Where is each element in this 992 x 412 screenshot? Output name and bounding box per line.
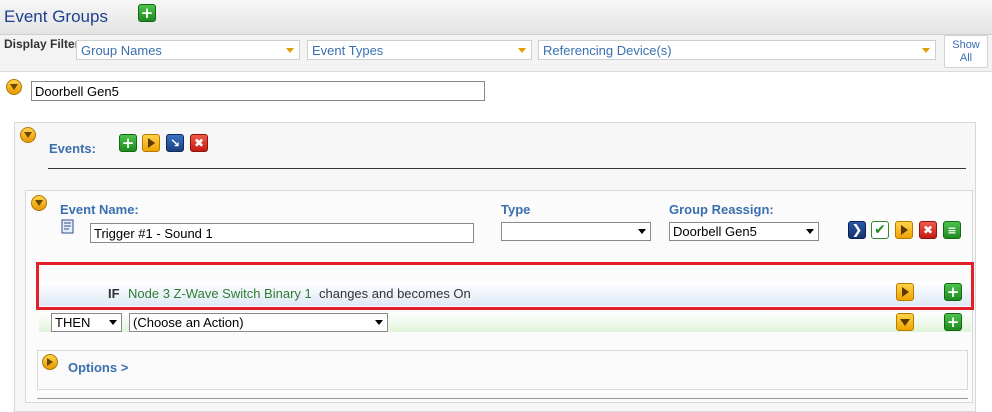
page-title: Event Groups (4, 7, 108, 26)
chevron-down-icon (638, 229, 646, 234)
close-icon: ✖ (193, 136, 205, 150)
type-select[interactable] (501, 222, 651, 241)
expand-condition-icon[interactable] (896, 283, 914, 301)
event-name-label: Event Name: (60, 202, 139, 217)
chevron-down-icon (109, 320, 117, 325)
advance-event-icon[interactable]: ❯ (848, 221, 866, 239)
referencing-filter-label: Referencing Device(s) (543, 43, 672, 58)
events-label: Events: (49, 141, 96, 156)
check-icon: ✔ (874, 222, 886, 238)
event-types-filter-label: Event Types (312, 43, 384, 58)
show-all-button[interactable]: Show All (944, 35, 988, 68)
page-header: Event Groups + (0, 0, 992, 35)
action-select[interactable]: (Choose an Action) (129, 313, 388, 332)
add-event-icon[interactable]: + (119, 134, 137, 152)
run-event-now-icon[interactable] (895, 221, 913, 239)
collapse-event-icon[interactable] (31, 195, 47, 211)
group-name-input[interactable] (31, 81, 485, 101)
document-icon: ≡ (947, 223, 957, 237)
group-reassign-select[interactable]: Doorbell Gen5 (669, 222, 819, 241)
condition-text: changes and becomes On (319, 286, 471, 301)
collapse-events-icon[interactable] (20, 127, 36, 143)
group-names-filter-label: Group Names (81, 43, 162, 58)
add-action-icon[interactable]: + (944, 313, 962, 331)
close-icon: ✖ (922, 223, 934, 237)
referencing-device-filter[interactable]: Referencing Device(s) (538, 40, 936, 60)
chevron-right-icon: ❯ (851, 222, 863, 238)
options-panel (37, 350, 968, 390)
chevron-down-icon (375, 320, 383, 325)
notes-icon[interactable] (60, 219, 76, 235)
import-event-icon[interactable]: ↘ (166, 134, 184, 152)
save-event-icon[interactable]: ✔ (871, 221, 889, 239)
group-names-filter[interactable]: Group Names (76, 40, 300, 60)
expand-action-icon[interactable] (896, 313, 914, 331)
filter-bar: Display Filters: Group Names Event Types… (0, 35, 992, 72)
group-reassign-label: Group Reassign: (669, 202, 774, 217)
bottom-divider (37, 398, 968, 399)
add-group-icon[interactable]: + (138, 4, 156, 22)
delete-event-icon[interactable]: ✖ (919, 221, 937, 239)
download-arrow-icon: ↘ (169, 136, 181, 150)
type-label: Type (501, 202, 531, 217)
event-types-filter[interactable]: Event Types (307, 40, 532, 60)
chevron-down-icon (286, 48, 294, 53)
event-name-input[interactable] (90, 223, 474, 243)
copy-event-icon[interactable]: ≡ (943, 221, 961, 239)
run-event-icon[interactable] (142, 134, 160, 152)
events-divider (48, 168, 966, 169)
delete-events-icon[interactable]: ✖ (190, 134, 208, 152)
chevron-down-icon (806, 229, 814, 234)
chevron-down-icon (922, 48, 930, 53)
if-keyword: IF (108, 286, 120, 301)
then-select[interactable]: THEN (51, 313, 122, 332)
collapse-group-icon[interactable] (6, 79, 22, 95)
add-condition-icon[interactable]: + (944, 283, 962, 301)
expand-options-icon[interactable] (42, 354, 58, 370)
condition-device-link[interactable]: Node 3 Z-Wave Switch Binary 1 (128, 286, 312, 301)
options-toggle[interactable]: Options > (68, 360, 128, 375)
chevron-down-icon (518, 48, 526, 53)
